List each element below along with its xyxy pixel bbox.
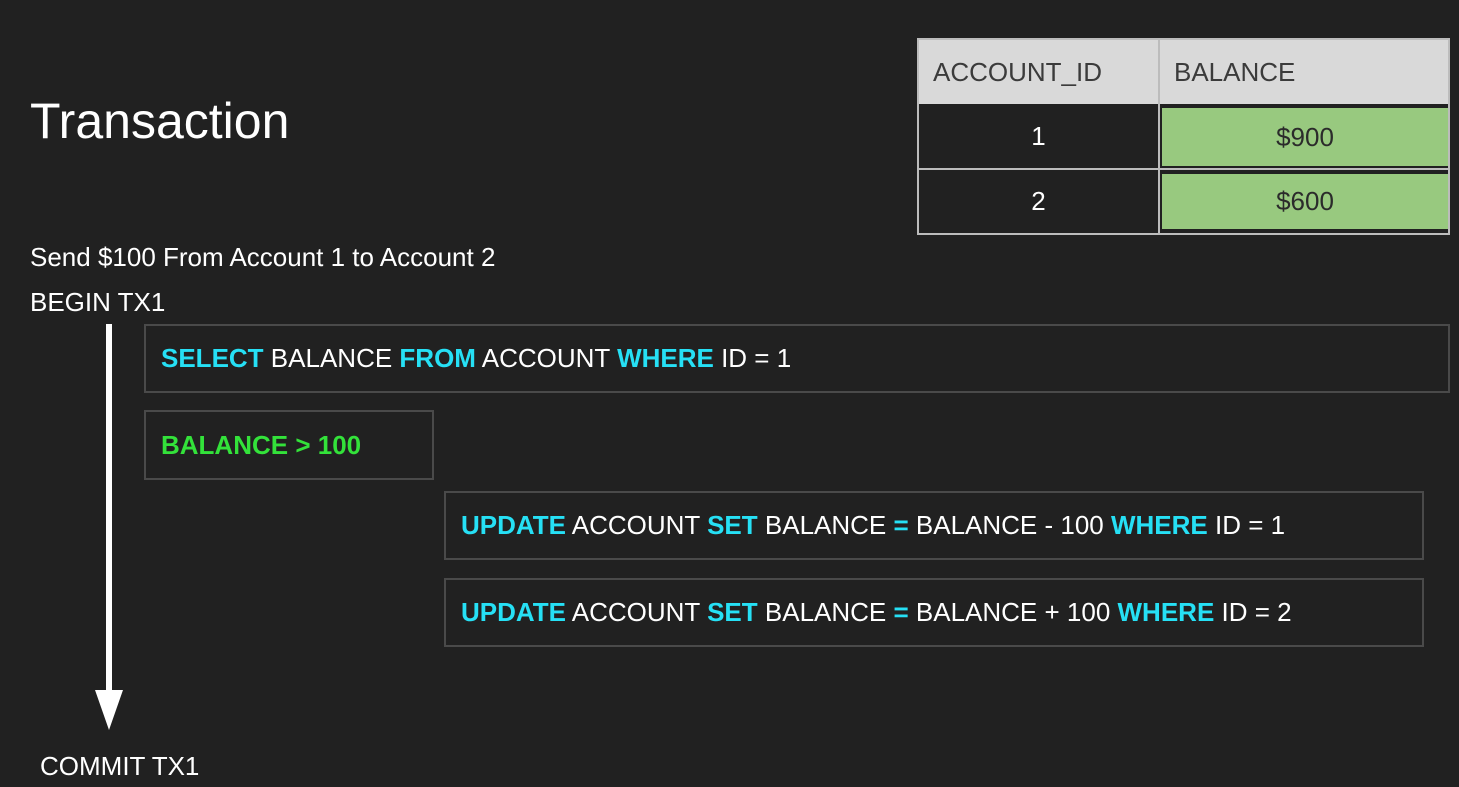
arrow-down-icon — [95, 690, 123, 730]
sql-keyword: SELECT — [161, 343, 264, 373]
column-header-account-id: ACCOUNT_ID — [919, 40, 1160, 104]
commit-label: COMMIT TX1 — [40, 751, 200, 781]
sql-keyword: WHERE — [617, 343, 714, 373]
condition-box: BALANCE > 100 — [144, 410, 434, 480]
sql-text: BALANCE + 100 — [908, 597, 1118, 627]
sql-text: BALANCE — [757, 510, 894, 540]
sql-text: ID = 1 — [713, 343, 792, 373]
balance-condition: BALANCE > 100 — [161, 429, 362, 460]
sql-text: ACCOUNT — [565, 510, 708, 540]
column-header-balance: BALANCE — [1160, 40, 1448, 104]
sql-keyword: UPDATE — [461, 510, 566, 540]
sql-operator: = — [893, 510, 909, 540]
sql-text: ACCOUNT — [565, 597, 708, 627]
account-id-cell: 2 — [919, 170, 1160, 233]
sql-text: ID = 2 — [1214, 597, 1292, 627]
begin-label: BEGIN TX1 — [30, 287, 166, 317]
sql-text: BALANCE - 100 — [908, 510, 1111, 540]
sql-keyword: WHERE — [1110, 510, 1208, 540]
sql-keyword: SET — [707, 597, 758, 627]
timeline-arrow-line — [106, 324, 112, 696]
select-statement-box: SELECT BALANCE FROM ACCOUNT WHERE ID = 1 — [144, 324, 1450, 393]
row-divider — [919, 168, 1448, 170]
update-debit-box: UPDATE ACCOUNT SET BALANCE = BALANCE - 1… — [444, 491, 1424, 560]
balance-cell: $600 — [1162, 174, 1448, 229]
account-id-cell: 1 — [919, 104, 1160, 170]
sql-keyword: SET — [707, 510, 758, 540]
sql-keyword: UPDATE — [461, 597, 566, 627]
sql-operator: = — [893, 597, 909, 627]
sql-text: ACCOUNT — [475, 343, 618, 373]
sql-text: ID = 1 — [1207, 510, 1286, 540]
sql-keyword: FROM — [399, 343, 476, 373]
sql-text: BALANCE — [263, 343, 400, 373]
update-credit-box: UPDATE ACCOUNT SET BALANCE = BALANCE + 1… — [444, 578, 1424, 647]
account-table: ACCOUNT_ID BALANCE 1 2 $900 $600 — [917, 38, 1450, 235]
sql-text: BALANCE — [757, 597, 894, 627]
slide-title: Transaction — [30, 93, 290, 149]
sql-keyword: WHERE — [1117, 597, 1215, 627]
balance-cell: $900 — [1162, 108, 1448, 166]
transaction-description: Send $100 From Account 1 to Account 2 — [30, 242, 496, 272]
